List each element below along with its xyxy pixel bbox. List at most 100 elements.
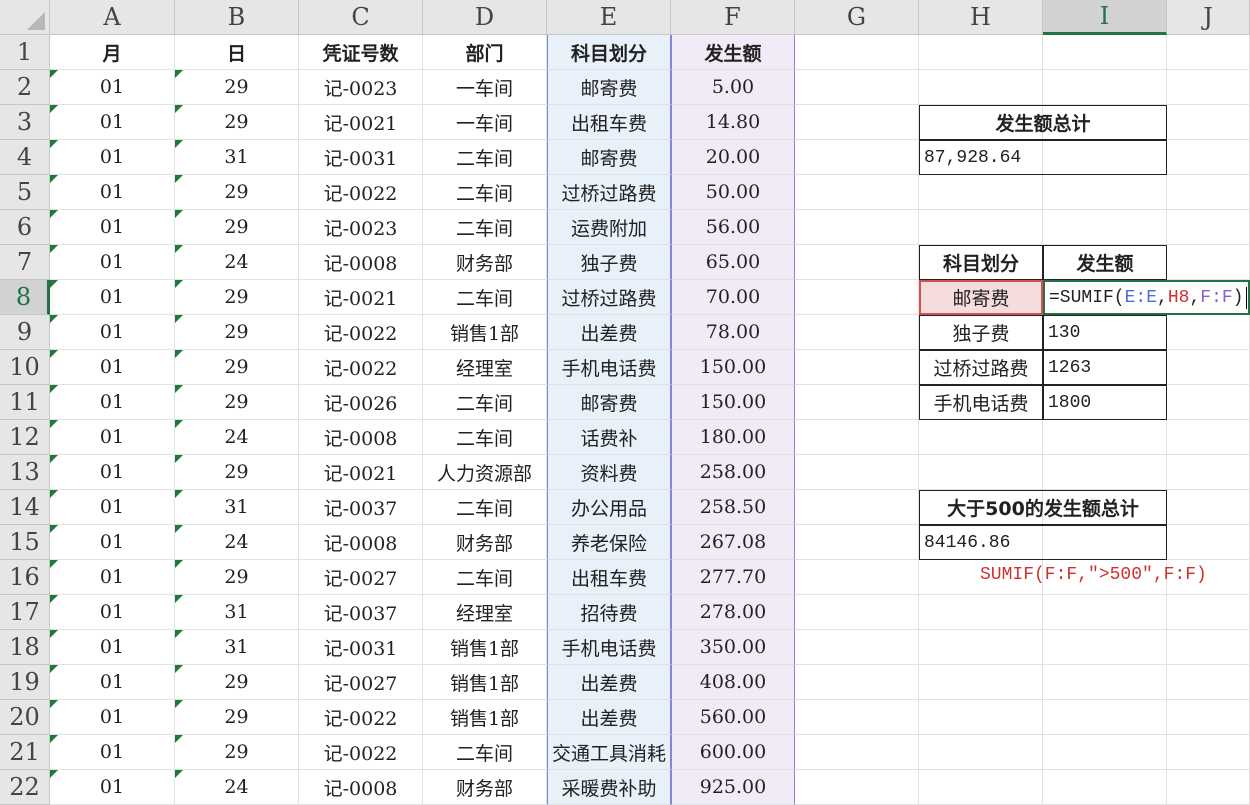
data-cell-b[interactable]: 24 [175,525,299,560]
grid-cell[interactable] [919,210,1043,245]
row-header-18[interactable]: 18 [0,630,50,665]
formula-edit-cell[interactable]: =SUMIF(E:E, H8, F:F) [1043,280,1250,315]
row-header-19[interactable]: 19 [0,665,50,700]
data-cell-a[interactable]: 01 [50,595,175,630]
grid-cell[interactable] [1043,420,1167,455]
data-cell-a[interactable]: 01 [50,560,175,595]
header-cell-b[interactable]: 日 [175,35,299,70]
data-cell-a[interactable]: 01 [50,420,175,455]
data-cell-e[interactable]: 独子费 [547,245,671,280]
grid-cell[interactable] [795,630,919,665]
header-cell-d[interactable]: 部门 [423,35,547,70]
data-cell-e[interactable]: 话费补 [547,420,671,455]
header-cell-c[interactable]: 凭证号数 [299,35,423,70]
column-header-f[interactable]: F [671,0,795,35]
column-header-e[interactable]: E [547,0,671,35]
data-cell-f[interactable]: 600.00 [671,735,795,770]
data-cell-f[interactable]: 278.00 [671,595,795,630]
grid-cell[interactable] [1043,770,1167,805]
header-cell-f[interactable]: 发生额 [671,35,795,70]
grid-cell[interactable] [795,770,919,805]
data-cell-b[interactable]: 29 [175,175,299,210]
sub-subject-cell[interactable]: 邮寄费 [919,280,1043,315]
data-cell-a[interactable]: 01 [50,490,175,525]
data-cell-a[interactable]: 01 [50,665,175,700]
data-cell-d[interactable]: 销售1部 [423,315,547,350]
row-header-9[interactable]: 9 [0,315,50,350]
over500-label[interactable]: 大于500的发生额总计 [919,490,1167,525]
grid-cell[interactable] [1167,735,1250,770]
row-header-15[interactable]: 15 [0,525,50,560]
column-header-h[interactable]: H [919,0,1043,35]
data-cell-a[interactable]: 01 [50,350,175,385]
grid-cell[interactable] [795,735,919,770]
grid-cell[interactable] [1043,700,1167,735]
grid-cell[interactable] [919,35,1043,70]
grid-cell[interactable] [1167,175,1250,210]
sub-amount-cell[interactable]: 1263 [1043,350,1167,385]
grid-cell[interactable] [795,455,919,490]
grid-cell[interactable] [1167,525,1250,560]
row-header-8[interactable]: 8 [0,280,50,315]
grid-cell[interactable] [919,595,1043,630]
data-cell-a[interactable]: 01 [50,245,175,280]
data-cell-a[interactable]: 01 [50,175,175,210]
column-header-b[interactable]: B [175,0,299,35]
data-cell-d[interactable]: 二车间 [423,735,547,770]
total-value[interactable]: 87,928.64 [919,140,1167,175]
data-cell-f[interactable]: 65.00 [671,245,795,280]
sub-subject-cell[interactable]: 过桥过路费 [919,350,1043,385]
grid-cell[interactable] [795,315,919,350]
data-cell-b[interactable]: 29 [175,280,299,315]
data-cell-e[interactable]: 出差费 [547,700,671,735]
row-header-2[interactable]: 2 [0,70,50,105]
data-cell-c[interactable]: 记-0037 [299,595,423,630]
sub-subject-cell[interactable]: 独子费 [919,315,1043,350]
grid-cell[interactable] [919,630,1043,665]
data-cell-e[interactable]: 运费附加 [547,210,671,245]
row-header-17[interactable]: 17 [0,595,50,630]
grid-cell[interactable] [919,420,1043,455]
data-cell-d[interactable]: 销售1部 [423,630,547,665]
data-cell-c[interactable]: 记-0021 [299,105,423,140]
row-header-5[interactable]: 5 [0,175,50,210]
grid-cell[interactable] [795,105,919,140]
data-cell-c[interactable]: 记-0021 [299,280,423,315]
data-cell-c[interactable]: 记-0037 [299,490,423,525]
column-header-g[interactable]: G [795,0,919,35]
grid-cell[interactable] [1167,105,1250,140]
data-cell-b[interactable]: 29 [175,455,299,490]
data-cell-b[interactable]: 29 [175,735,299,770]
column-header-a[interactable]: A [50,0,175,35]
data-cell-f[interactable]: 258.00 [671,455,795,490]
data-cell-e[interactable]: 邮寄费 [547,385,671,420]
data-cell-f[interactable]: 78.00 [671,315,795,350]
data-cell-e[interactable]: 出差费 [547,315,671,350]
grid-cell[interactable] [795,350,919,385]
data-cell-d[interactable]: 二车间 [423,280,547,315]
data-cell-a[interactable]: 01 [50,455,175,490]
grid-cell[interactable] [1043,455,1167,490]
grid-cell[interactable] [795,245,919,280]
data-cell-f[interactable]: 350.00 [671,630,795,665]
grid-cell[interactable] [1167,35,1250,70]
grid-cell[interactable] [1043,70,1167,105]
grid-cell[interactable] [1043,35,1167,70]
data-cell-e[interactable]: 出差费 [547,665,671,700]
data-cell-c[interactable]: 记-0022 [299,735,423,770]
data-cell-a[interactable]: 01 [50,140,175,175]
data-cell-b[interactable]: 29 [175,700,299,735]
data-cell-b[interactable]: 29 [175,665,299,700]
grid-cell[interactable] [795,35,919,70]
grid-cell[interactable] [919,770,1043,805]
column-header-d[interactable]: D [423,0,547,35]
data-cell-b[interactable]: 31 [175,595,299,630]
data-cell-c[interactable]: 记-0027 [299,665,423,700]
row-header-1[interactable]: 1 [0,35,50,70]
column-header-i[interactable]: I [1043,0,1167,35]
data-cell-e[interactable]: 邮寄费 [547,140,671,175]
data-cell-e[interactable]: 办公用品 [547,490,671,525]
header-cell-e[interactable]: 科目划分 [547,35,671,70]
data-cell-c[interactable]: 记-0022 [299,175,423,210]
data-cell-d[interactable]: 财务部 [423,245,547,280]
